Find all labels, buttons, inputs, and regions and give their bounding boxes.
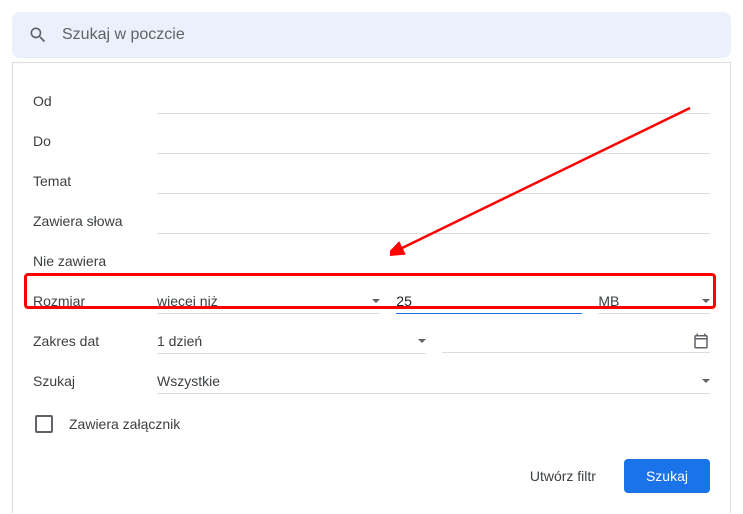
not-has-label: Nie zawiera <box>33 253 157 269</box>
date-range-select[interactable]: 1 dzień <box>157 329 426 354</box>
has-attachment-checkbox[interactable] <box>35 415 53 433</box>
search-scope-select[interactable]: Wszystkie <box>157 369 710 394</box>
calendar-icon <box>692 332 710 350</box>
subject-label: Temat <box>33 173 157 189</box>
size-unit-value: MB <box>598 293 696 309</box>
to-input[interactable] <box>157 129 710 154</box>
size-comparator-value: więcej niż <box>157 293 366 309</box>
subject-input[interactable] <box>157 169 710 194</box>
chevron-down-icon <box>702 299 710 303</box>
advanced-search-panel: Od Do Temat Zawiera słowa Nie zawiera Ro… <box>12 62 731 513</box>
row-not-has: Nie zawiera <box>33 241 710 281</box>
row-size: Rozmiar więcej niż MB <box>33 281 710 321</box>
from-input[interactable] <box>157 89 710 114</box>
date-picker-trigger[interactable] <box>442 329 711 353</box>
create-filter-button[interactable]: Utwórz filtr <box>520 460 606 492</box>
chevron-down-icon <box>702 379 710 383</box>
row-from: Od <box>33 81 710 121</box>
search-scope-label: Szukaj <box>33 373 157 389</box>
chevron-down-icon <box>418 339 426 343</box>
row-has-words: Zawiera słowa <box>33 201 710 241</box>
row-date-range: Zakres dat 1 dzień <box>33 321 710 361</box>
search-scope-value: Wszystkie <box>157 373 696 389</box>
date-range-label: Zakres dat <box>33 333 157 349</box>
has-words-input[interactable] <box>157 209 710 234</box>
row-to: Do <box>33 121 710 161</box>
from-label: Od <box>33 93 157 109</box>
search-button[interactable]: Szukaj <box>624 459 710 493</box>
to-label: Do <box>33 133 157 149</box>
search-input[interactable] <box>62 26 715 44</box>
search-bar[interactable] <box>12 12 731 58</box>
row-search-scope: Szukaj Wszystkie <box>33 361 710 401</box>
search-icon <box>28 25 48 45</box>
has-words-label: Zawiera słowa <box>33 213 157 229</box>
size-comparator-select[interactable]: więcej niż <box>157 289 380 314</box>
has-attachment-label: Zawiera załącznik <box>69 416 180 432</box>
date-range-value: 1 dzień <box>157 333 412 349</box>
row-has-attachment: Zawiera załącznik <box>33 415 710 433</box>
row-subject: Temat <box>33 161 710 201</box>
button-row: Utwórz filtr Szukaj <box>33 459 710 493</box>
size-label: Rozmiar <box>33 293 157 309</box>
size-value-input[interactable] <box>396 289 582 314</box>
size-unit-select[interactable]: MB <box>598 289 710 314</box>
not-has-input[interactable] <box>157 249 710 274</box>
chevron-down-icon <box>372 299 380 303</box>
